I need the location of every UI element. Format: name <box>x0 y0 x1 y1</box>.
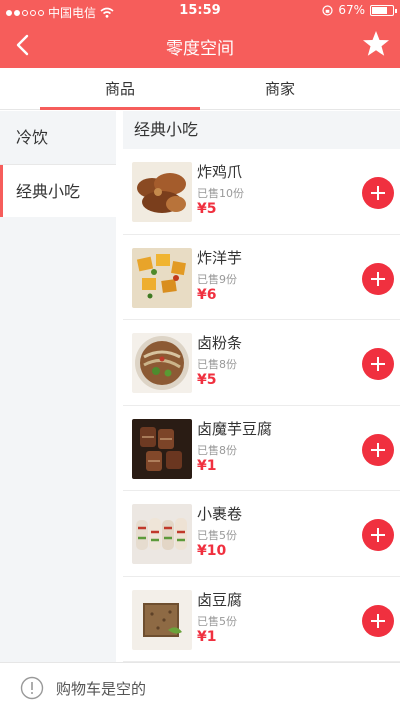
product-name: 卤豆腐 <box>197 590 243 609</box>
battery-percent: 67% <box>338 3 365 17</box>
category-classic-snacks[interactable]: 经典小吃 <box>0 164 116 217</box>
add-to-cart-button[interactable] <box>362 177 394 209</box>
product-price: ¥5 <box>197 201 217 217</box>
status-bar: 中国电信 15:59 67% <box>0 0 400 22</box>
sold-count: 已售10份 <box>197 187 244 200</box>
add-to-cart-button[interactable] <box>362 433 394 466</box>
battery-icon <box>370 4 397 16</box>
tab-merchant[interactable]: 商家 <box>200 68 360 110</box>
category-cold-drinks[interactable]: 冷饮 <box>0 111 116 164</box>
list-item: 小裹卷 已售5份 ¥10 <box>123 491 400 577</box>
product-price: ¥1 <box>197 457 217 474</box>
section-title: 经典小吃 <box>123 111 400 149</box>
product-thumbnail[interactable] <box>132 162 192 222</box>
product-price: ¥1 <box>197 628 217 645</box>
header: 中国电信 15:59 67% 零度空间 <box>0 0 400 68</box>
sold-count: 已售5份 <box>197 529 237 542</box>
app-screen: 中国电信 15:59 67% 零度空间 商品 商家 冷饮 经典小吃 经典小吃 炸… <box>0 0 400 712</box>
star-icon[interactable] <box>360 28 392 60</box>
product-name: 小裹卷 <box>197 505 243 523</box>
product-price: ¥10 <box>197 543 227 559</box>
product-list: 经典小吃 炸鸡爪 已售10份 ¥5 炸洋芋 已售9份 ¥6 卤粉条 已售8份 ¥… <box>123 111 400 662</box>
product-thumbnail[interactable] <box>132 504 192 564</box>
cart-status-text: 购物车是空的 <box>56 680 147 698</box>
product-name: 卤粉条 <box>197 334 243 352</box>
cart-bar[interactable]: 购物车是空的 <box>0 662 400 712</box>
product-name: 炸洋芋 <box>197 248 243 267</box>
product-name: 炸鸡爪 <box>197 163 243 181</box>
list-item: 炸洋芋 已售9份 ¥6 <box>123 235 400 320</box>
sold-count: 已售8份 <box>197 358 237 371</box>
list-item: 卤豆腐 已售5份 ¥1 <box>123 577 400 662</box>
nav-bar: 零度空间 <box>0 22 400 68</box>
add-to-cart-button[interactable] <box>362 262 394 295</box>
page-title: 零度空间 <box>166 39 234 59</box>
product-thumbnail[interactable] <box>132 247 192 308</box>
product-thumbnail[interactable] <box>132 333 192 393</box>
product-thumbnail[interactable] <box>132 418 192 479</box>
add-to-cart-button[interactable] <box>362 519 394 551</box>
product-name: 卤魔芋豆腐 <box>197 419 273 438</box>
rotation-lock-icon <box>322 4 333 16</box>
category-sidebar: 冷饮 经典小吃 <box>0 111 116 662</box>
status-right: 67% <box>322 3 397 17</box>
alert-icon <box>20 676 44 700</box>
product-price: ¥5 <box>197 372 217 388</box>
sold-count: 已售8份 <box>197 443 237 457</box>
product-thumbnail[interactable] <box>132 589 192 650</box>
list-item: 卤粉条 已售8份 ¥5 <box>123 320 400 406</box>
add-to-cart-button[interactable] <box>362 348 394 380</box>
product-price: ¥6 <box>197 286 217 303</box>
add-to-cart-button[interactable] <box>362 604 394 637</box>
sold-count: 已售9份 <box>197 272 237 286</box>
list-item: 卤魔芋豆腐 已售8份 ¥1 <box>123 406 400 491</box>
tab-bar: 商品 商家 <box>0 68 400 110</box>
list-item: 炸鸡爪 已售10份 ¥5 <box>123 149 400 235</box>
tab-products[interactable]: 商品 <box>40 68 200 110</box>
sold-count: 已售5份 <box>197 614 237 628</box>
